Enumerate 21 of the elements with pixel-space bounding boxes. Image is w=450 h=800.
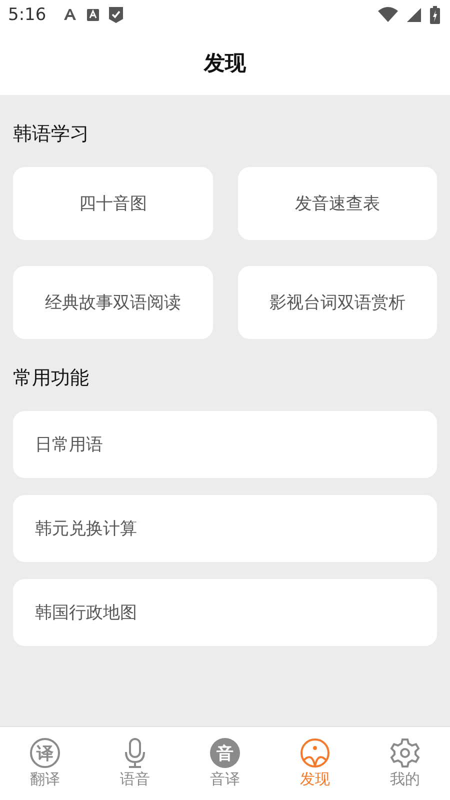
translate-icon: 译 [30, 738, 60, 768]
feature-card[interactable]: 经典故事双语阅读 [13, 266, 212, 339]
list-item[interactable]: 日常用语 [13, 411, 437, 478]
shield-check-icon [108, 6, 124, 24]
list-item[interactable]: 韩元兑换计算 [13, 495, 437, 562]
battery-charging-icon [430, 6, 440, 24]
list-item[interactable]: 韩国行政地图 [13, 579, 437, 646]
wifi-icon [378, 7, 398, 23]
landscape-icon [300, 738, 330, 768]
settings-icon [390, 738, 420, 768]
font-icon [62, 7, 78, 23]
feature-card[interactable]: 发音速查表 [238, 167, 437, 240]
status-time: 5:16 [8, 5, 46, 25]
signal-icon [406, 7, 422, 23]
feature-card[interactable]: 四十音图 [13, 167, 212, 240]
sound-icon: 音 [210, 738, 240, 768]
feature-card[interactable]: 影视台词双语赏析 [238, 266, 437, 339]
page-title: 发现 [204, 50, 246, 76]
app-icon [86, 8, 100, 22]
section-title: 常用功能 [13, 366, 90, 391]
section-title: 韩语学习 [13, 122, 90, 147]
